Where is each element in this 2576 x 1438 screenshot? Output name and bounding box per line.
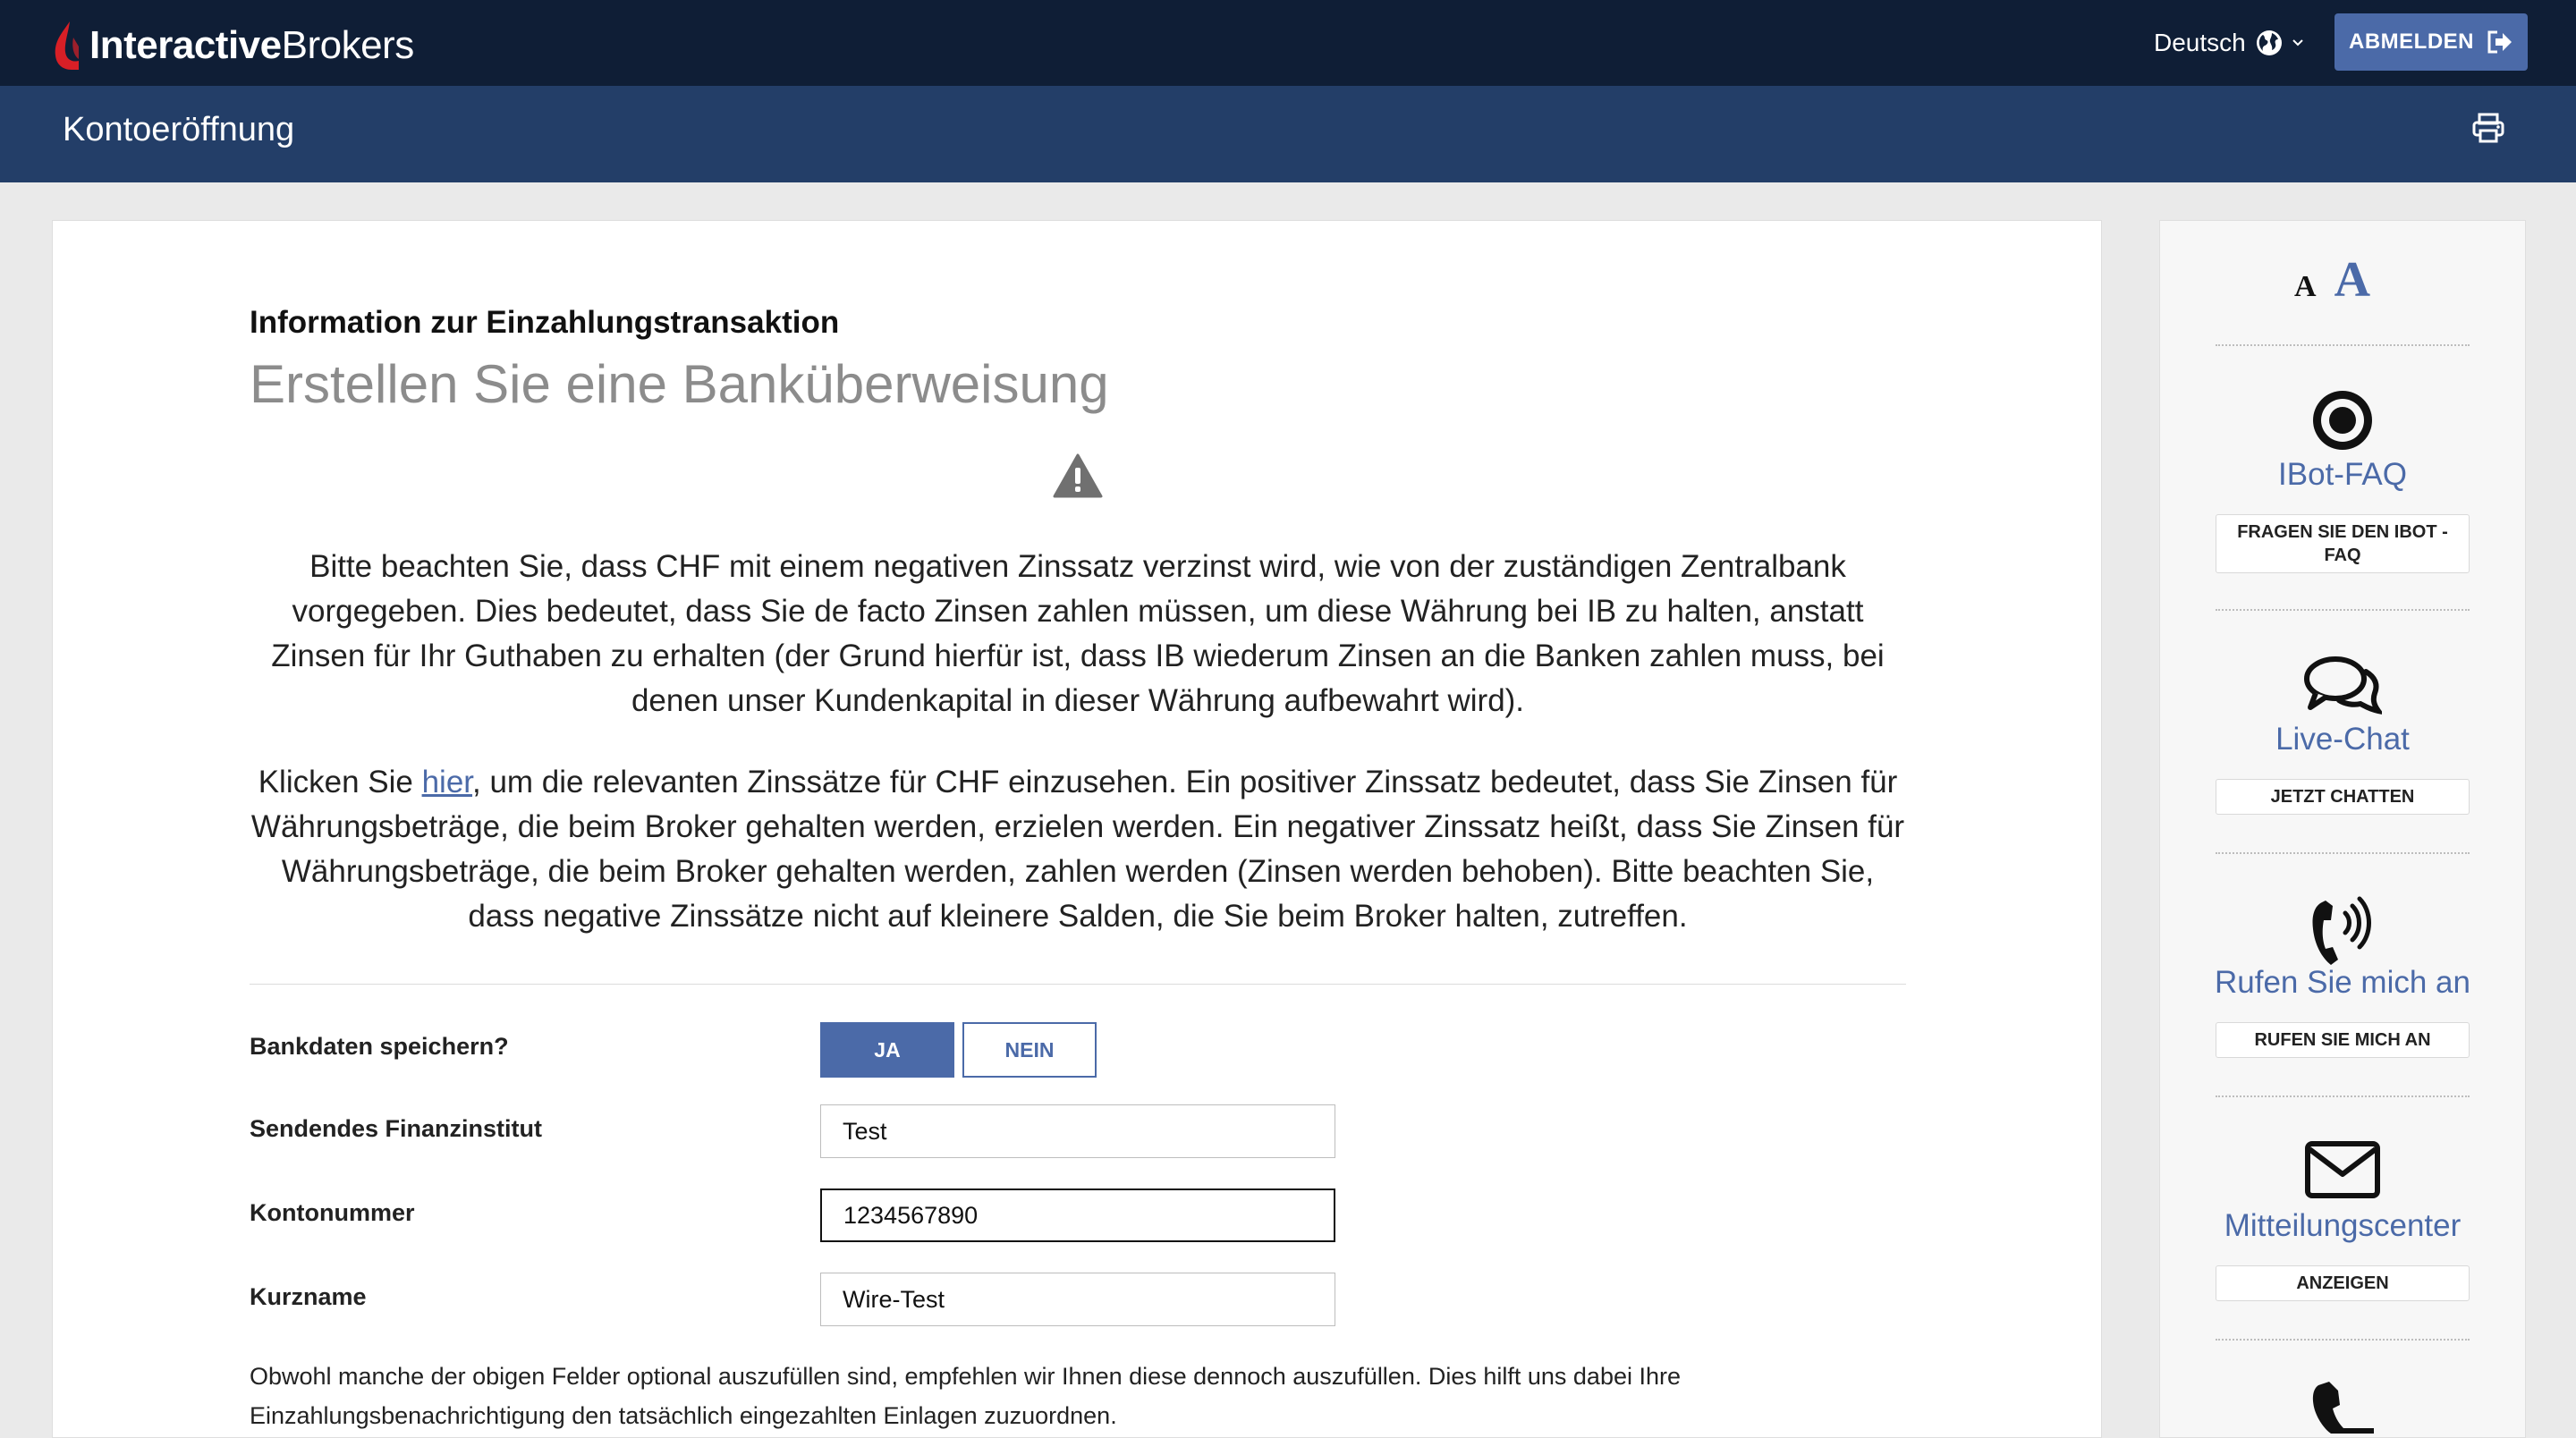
call-me-title[interactable]: Rufen Sie mich an — [2160, 965, 2525, 1001]
deposit-form-card: Information zur Einzahlungstransaktion E… — [52, 220, 2102, 1438]
callback-phone-icon — [2312, 896, 2371, 965]
account-number-input[interactable] — [820, 1188, 1335, 1242]
logout-button[interactable]: ABMELDEN — [2334, 13, 2528, 71]
institution-label: Sendendes Finanzinstitut — [250, 1115, 543, 1142]
envelope-icon — [2305, 1141, 2380, 1198]
page-header-bar: Kontoeröffnung — [0, 86, 2576, 182]
logo-wordmark: InteractiveBrokers — [89, 23, 414, 67]
save-yes-button[interactable]: JA — [820, 1022, 954, 1078]
institution-input[interactable] — [820, 1104, 1335, 1158]
rates-prefix: Klicken Sie — [258, 765, 422, 799]
sidebar-divider — [2216, 852, 2470, 854]
divider — [250, 984, 1906, 985]
section-label: Information zur Einzahlungstransaktion — [250, 305, 840, 340]
chevron-down-icon — [2292, 39, 2303, 47]
ibot-faq-title[interactable]: IBot-FAQ — [2160, 457, 2525, 493]
rates-link[interactable]: hier — [422, 765, 472, 799]
view-messages-button[interactable]: ANZEIGEN — [2216, 1265, 2470, 1301]
warning-icon — [1053, 453, 1103, 498]
sidebar-divider — [2216, 344, 2470, 346]
save-bank-details-label: Bankdaten speichern? — [250, 1033, 509, 1060]
message-center-title[interactable]: Mitteilungscenter — [2160, 1208, 2525, 1244]
chat-icon — [2304, 656, 2382, 715]
help-sidebar: A A IBot-FAQ FRAGEN SIE DEN IBOT - FAQ L… — [2159, 220, 2526, 1438]
font-size-controls: A A — [2294, 251, 2370, 309]
interactive-brokers-logo[interactable]: InteractiveBrokers — [52, 18, 414, 73]
sidebar-divider — [2216, 609, 2470, 611]
language-label: Deutsch — [2154, 29, 2246, 56]
sign-out-icon — [2487, 30, 2512, 54]
sidebar-divider — [2216, 1339, 2470, 1341]
font-larger-button[interactable]: A — [2334, 251, 2370, 309]
phone-icon — [2312, 1382, 2374, 1434]
shortname-label: Kurzname — [250, 1283, 367, 1310]
language-selector[interactable]: Deutsch — [2154, 25, 2305, 61]
logo-flame-icon — [55, 21, 79, 70]
shortname-input[interactable] — [820, 1273, 1335, 1326]
ibot-icon — [2313, 391, 2372, 450]
logout-label: ABMELDEN — [2349, 30, 2474, 54]
chat-now-button[interactable]: JETZT CHATTEN — [2216, 779, 2470, 815]
interest-rates-info: Klicken Sie hier, um die relevanten Zins… — [250, 760, 1906, 939]
print-icon[interactable] — [2472, 113, 2504, 143]
globe-icon — [2256, 30, 2282, 55]
top-navigation-bar: InteractiveBrokers Deutsch ABMELDEN — [0, 0, 2576, 86]
account-number-label: Kontonummer — [250, 1199, 415, 1226]
optional-fields-note: Obwohl manche der obigen Felder optional… — [250, 1363, 1682, 1429]
call-me-button[interactable]: RUFEN SIE MICH AN — [2216, 1022, 2470, 1058]
ask-ibot-button[interactable]: FRAGEN SIE DEN IBOT - FAQ — [2216, 514, 2470, 573]
font-smaller-button[interactable]: A — [2294, 270, 2317, 304]
rates-suffix: , um die relevanten Zinssätze für CHF ei… — [250, 765, 1905, 934]
save-no-button[interactable]: NEIN — [962, 1022, 1097, 1078]
sidebar-divider — [2216, 1095, 2470, 1097]
negative-rate-warning: Bitte beachten Sie, dass CHF mit einem n… — [271, 549, 1885, 718]
live-chat-title[interactable]: Live-Chat — [2160, 722, 2525, 757]
page-title: Kontoeröffnung — [63, 111, 295, 148]
form-title: Erstellen Sie eine Banküberweisung — [250, 354, 1109, 414]
